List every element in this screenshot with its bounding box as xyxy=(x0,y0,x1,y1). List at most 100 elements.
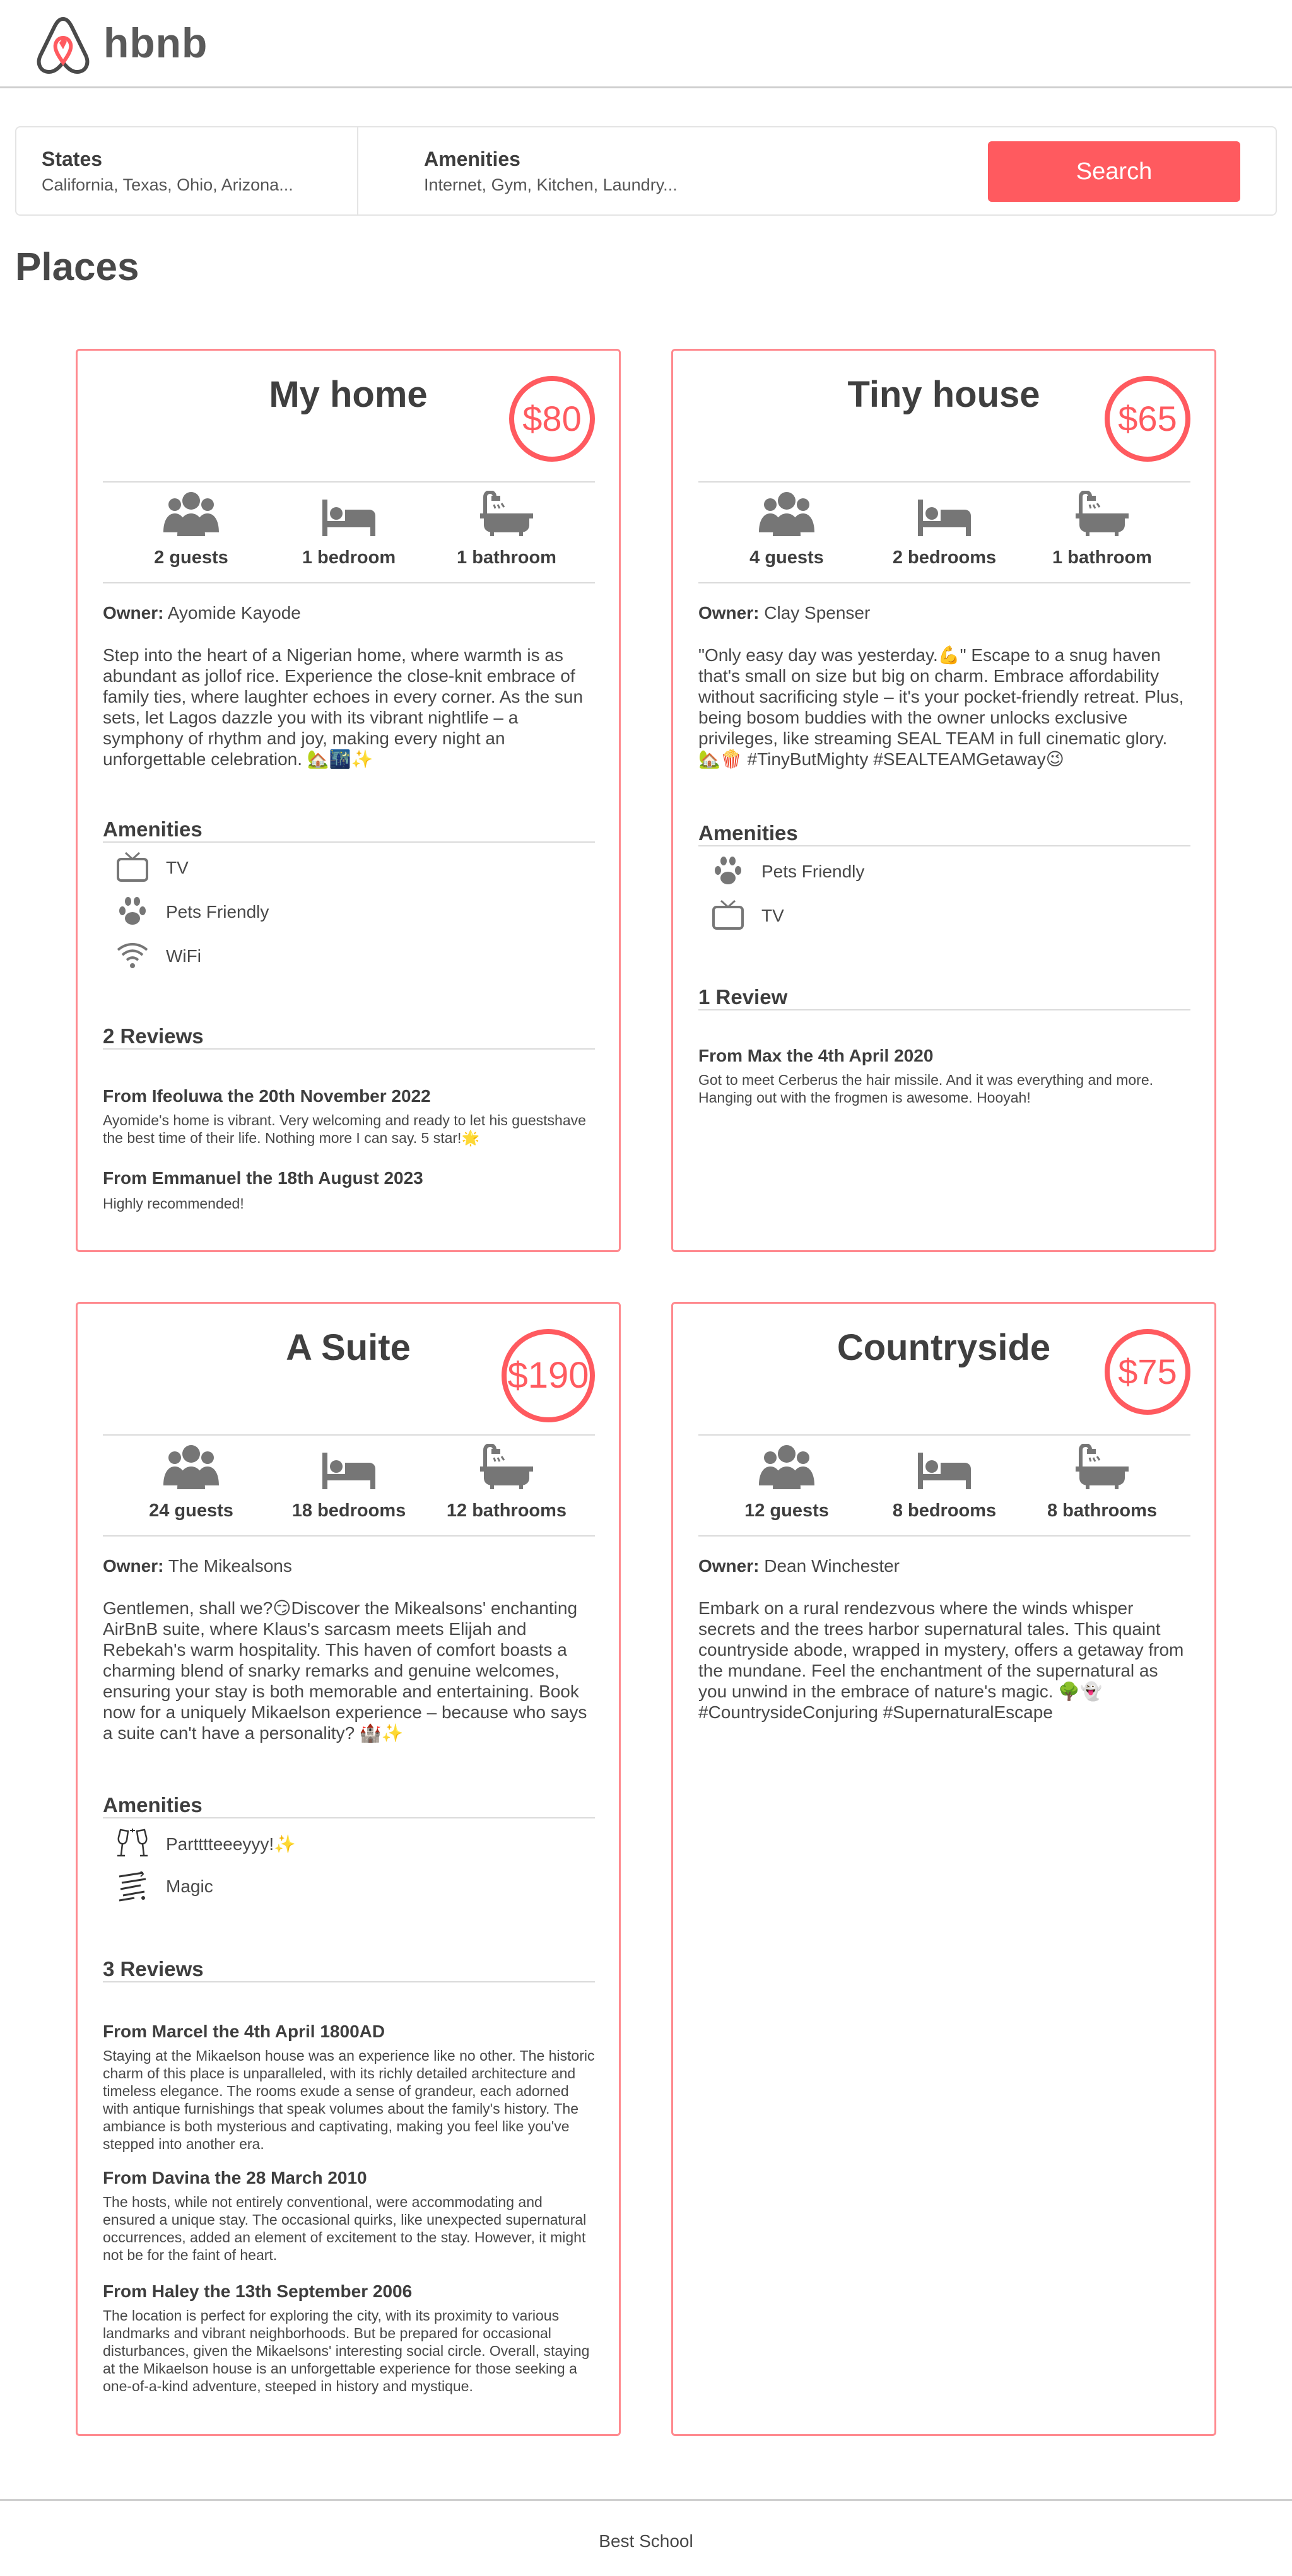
divider xyxy=(103,841,595,843)
brand-name[interactable]: hbnb xyxy=(103,19,208,67)
place-card: My home $80 2 guests 1 bedroom 1 bathroo… xyxy=(76,349,621,1252)
owner-label: Owner: xyxy=(103,1556,164,1576)
place-description: Gentlemen, shall we?😏Discover the Mikeal… xyxy=(103,1598,587,1743)
owner-line: Owner: Clay Spenser xyxy=(698,603,870,623)
bathrooms-info: 8 bathrooms xyxy=(1033,1444,1172,1521)
owner-label: Owner: xyxy=(103,603,164,623)
owner-name: Ayomide Kayode xyxy=(167,603,301,623)
amenities-title: Amenities xyxy=(698,821,798,845)
states-filter[interactable]: States California, Texas, Ohio, Arizona.… xyxy=(16,127,358,214)
bedrooms-info: 1 bedroom xyxy=(279,491,418,568)
bathrooms-info: 1 bathroom xyxy=(437,491,576,568)
review-heading: From Emmanuel the 18th August 2023 xyxy=(103,1168,423,1188)
place-card: Countryside $75 12 guests 8 bedrooms 8 b… xyxy=(671,1302,1216,2436)
bed-icon xyxy=(322,1453,375,1489)
divider xyxy=(103,1817,595,1818)
amenities-filter[interactable]: Amenities Internet, Gym, Kitchen, Laundr… xyxy=(358,127,863,214)
bedrooms-label: 1 bedroom xyxy=(302,547,396,568)
amenity-label: Partttteeeyyy!✨ xyxy=(166,1834,297,1854)
bed-icon xyxy=(918,500,971,536)
amenity-label: Magic xyxy=(166,1876,213,1896)
place-description: "Only easy day was yesterday.💪" Escape t… xyxy=(698,645,1184,769)
amenities-title: Amenities xyxy=(103,817,203,841)
bedrooms-label: 8 bedrooms xyxy=(892,1501,997,1521)
bathrooms-label: 8 bathrooms xyxy=(1047,1501,1158,1521)
review-text: The hosts, while not entirely convention… xyxy=(103,2194,587,2263)
divider xyxy=(103,1981,595,1982)
price-badge: $80 xyxy=(509,376,595,462)
divider xyxy=(698,1009,1190,1010)
owner-line: Owner: Ayomide Kayode xyxy=(103,603,301,623)
bathrooms-info: 12 bathrooms xyxy=(437,1444,576,1521)
owner-name: Clay Spenser xyxy=(764,603,871,623)
guests-icon xyxy=(163,492,219,536)
review-text: Got to meet Cerberus the hair missile. A… xyxy=(698,1072,1153,1106)
guests-label: 2 guests xyxy=(154,547,228,568)
price-badge: $65 xyxy=(1105,376,1190,462)
paw-icon xyxy=(715,857,741,884)
guests-info: 24 guests xyxy=(122,1444,261,1521)
amenity-label: TV xyxy=(166,858,189,877)
bed-icon xyxy=(918,1453,971,1489)
places-heading: Places xyxy=(15,245,139,289)
place-description: Step into the heart of a Nigerian home, … xyxy=(103,645,584,769)
review-heading: From Marcel the 4th April 1800AD xyxy=(103,2022,385,2041)
search-button[interactable]: Search xyxy=(988,141,1240,202)
place-card: A Suite $190 24 guests 18 bedrooms 12 ba… xyxy=(76,1302,621,2436)
guests-info: 12 guests xyxy=(717,1444,856,1521)
tv-icon xyxy=(117,852,148,882)
divider xyxy=(103,582,595,583)
reviews-title: 2 Reviews xyxy=(103,1024,204,1048)
bedrooms-info: 2 bedrooms xyxy=(875,491,1014,568)
tv-icon xyxy=(712,899,744,930)
bathrooms-label: 1 bathroom xyxy=(1052,547,1152,568)
bed-icon xyxy=(322,500,375,536)
states-filter-title: States xyxy=(42,148,103,170)
review-text: Highly recommended! xyxy=(103,1195,244,1212)
filters-bar: States California, Texas, Ohio, Arizona.… xyxy=(15,126,1277,216)
divider xyxy=(103,1048,595,1050)
bathrooms-label: 1 bathroom xyxy=(457,547,556,568)
review-heading: From Haley the 13th September 2006 xyxy=(103,2281,413,2301)
place-card: Tiny house $65 4 guests 2 bedrooms 1 bat… xyxy=(671,349,1216,1252)
owner-line: Owner: Dean Winchester xyxy=(698,1556,900,1576)
site-footer: Best School xyxy=(0,2499,1292,2576)
bathtub-icon xyxy=(480,1444,533,1489)
champagne-icon xyxy=(117,1829,148,1857)
divider xyxy=(103,1535,595,1537)
bathrooms-info: 1 bathroom xyxy=(1033,491,1172,568)
divider xyxy=(698,481,1190,483)
amenity-label: Pets Friendly xyxy=(166,902,269,922)
price-badge: $75 xyxy=(1105,1329,1190,1415)
bedrooms-info: 18 bedrooms xyxy=(279,1444,418,1521)
site-header: hbnb xyxy=(0,0,1292,88)
bathtub-icon xyxy=(480,491,533,536)
guests-icon xyxy=(759,1445,814,1489)
review-text: Staying at the Mikaelson house was an ex… xyxy=(103,2047,595,2152)
bathtub-icon xyxy=(1076,1444,1129,1489)
states-filter-value: California, Texas, Ohio, Arizona... xyxy=(42,175,293,194)
review-heading: From Max the 4th April 2020 xyxy=(698,1046,934,1065)
divider xyxy=(698,582,1190,583)
paw-icon xyxy=(119,897,146,925)
guests-label: 12 guests xyxy=(744,1501,829,1521)
divider xyxy=(698,1535,1190,1537)
amenity-label: Pets Friendly xyxy=(761,862,865,881)
guests-label: 4 guests xyxy=(749,547,824,568)
owner-label: Owner: xyxy=(698,603,760,623)
review-heading: From Ifeoluwa the 20th November 2022 xyxy=(103,1086,431,1106)
owner-name: Dean Winchester xyxy=(764,1556,900,1576)
review-text: The location is perfect for exploring th… xyxy=(103,2307,590,2394)
owner-label: Owner: xyxy=(698,1556,760,1576)
amenities-filter-value: Internet, Gym, Kitchen, Laundry... xyxy=(424,175,678,194)
amenity-label: WiFi xyxy=(166,946,201,966)
bedrooms-label: 2 bedrooms xyxy=(892,547,997,568)
price-badge: $190 xyxy=(502,1329,595,1422)
amenities-filter-title: Amenities xyxy=(424,148,520,170)
wifi-icon xyxy=(117,943,148,968)
bathrooms-label: 12 bathrooms xyxy=(446,1501,567,1521)
bedrooms-label: 18 bedrooms xyxy=(291,1501,406,1521)
divider xyxy=(103,1434,595,1436)
divider xyxy=(103,481,595,483)
airbnb-logo-icon[interactable] xyxy=(32,14,95,77)
